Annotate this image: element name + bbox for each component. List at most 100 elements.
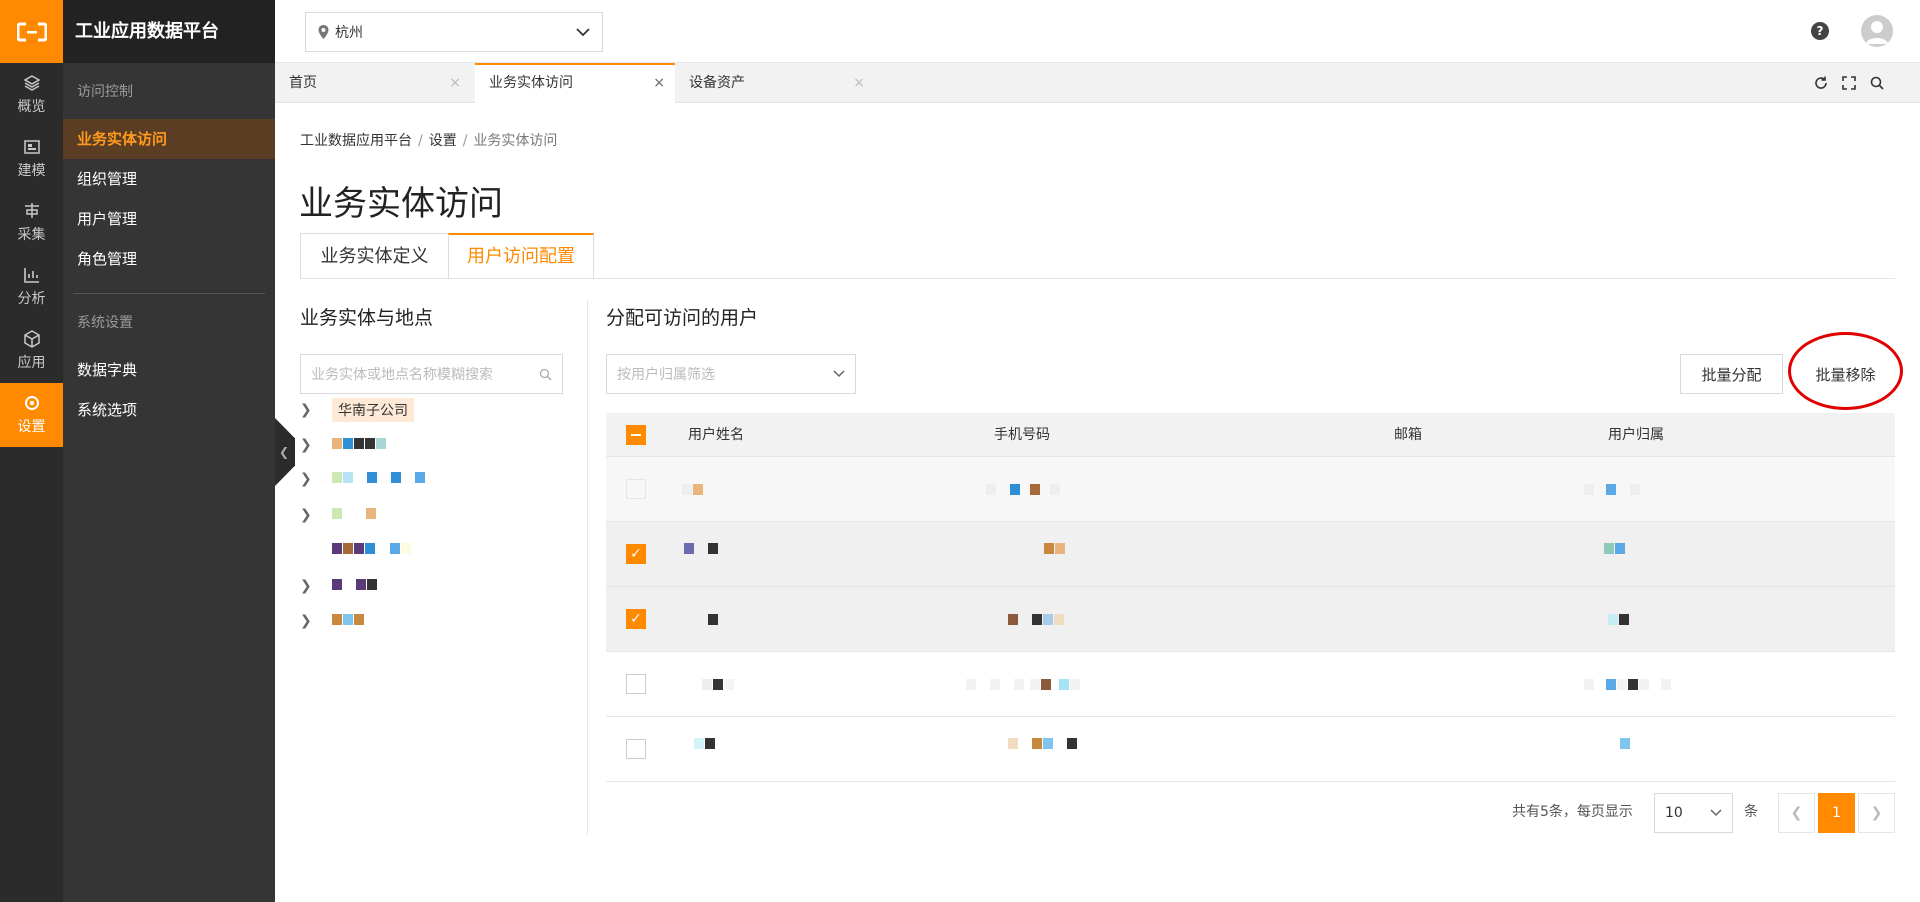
tree-node[interactable]: ❯: [300, 465, 426, 493]
top-bar: 杭州 ?: [275, 0, 1920, 63]
search-icon[interactable]: [1869, 75, 1885, 91]
batch-assign-button[interactable]: 批量分配: [1680, 354, 1783, 394]
brand-logo[interactable]: [0, 0, 63, 63]
user-affiliation-filter[interactable]: 按用户归属筛选: [606, 354, 856, 394]
sidebar-item-system-options[interactable]: 系统选项: [63, 390, 275, 430]
chevron-down-icon: [1710, 809, 1722, 817]
tree-node[interactable]: ❯: [300, 501, 377, 529]
rail-item-apps[interactable]: 应用: [0, 319, 63, 383]
chevron-right-icon: ❯: [1870, 805, 1883, 821]
tab-entity-definition[interactable]: 业务实体定义: [300, 233, 449, 279]
page-1-button[interactable]: 1: [1818, 793, 1855, 833]
logo-icon: [16, 22, 47, 41]
row-checkbox[interactable]: [626, 739, 646, 759]
table-row[interactable]: [606, 652, 1895, 717]
redacted-node-label: [332, 507, 377, 523]
sidebar-item-entity-access[interactable]: 业务实体访问: [63, 119, 275, 159]
tree-node[interactable]: ❯ 华南子公司: [300, 396, 414, 424]
user-table: 用户姓名 手机号码 邮箱 用户归属 ✓ ✓: [606, 413, 1895, 782]
entity-search-field[interactable]: [300, 354, 563, 394]
page-size-select[interactable]: 10: [1654, 793, 1733, 833]
page-tab-home[interactable]: 首页 ×: [275, 63, 471, 103]
entity-search-input[interactable]: [311, 366, 539, 382]
table-row[interactable]: [606, 717, 1895, 782]
redacted-phone: [986, 484, 1061, 495]
close-icon[interactable]: ×: [653, 65, 665, 101]
chevron-right-icon[interactable]: ❯: [300, 471, 318, 487]
sidebar-collapse-handle[interactable]: ❮: [275, 418, 295, 486]
chevron-right-icon[interactable]: ❯: [300, 437, 318, 453]
redacted-phone: [1044, 543, 1066, 554]
tab-user-access-config[interactable]: 用户访问配置: [448, 233, 594, 279]
row-checkbox[interactable]: ✓: [626, 609, 646, 629]
row-checkbox[interactable]: [626, 674, 646, 694]
page-tab-assets[interactable]: 设备资产 ×: [675, 63, 875, 103]
sidebar-item-users[interactable]: 用户管理: [63, 199, 275, 239]
close-icon[interactable]: ×: [853, 63, 865, 103]
tree-node-label[interactable]: 华南子公司: [332, 398, 414, 422]
rail-item-settings[interactable]: 设置: [0, 383, 63, 447]
tree-node[interactable]: ❯: [300, 607, 365, 635]
chevron-right-icon[interactable]: ❯: [300, 402, 318, 418]
help-icon[interactable]: ?: [1811, 22, 1829, 40]
cube-icon: [23, 330, 40, 348]
model-icon: [23, 140, 40, 154]
settings-sidebar: 工业应用数据平台 访问控制 业务实体访问 组织管理 用户管理 角色管理 系统设置…: [63, 0, 275, 902]
tree-node[interactable]: ❯: [300, 572, 378, 600]
page-size-value: 10: [1665, 805, 1683, 821]
check-icon: ✓: [630, 546, 642, 562]
breadcrumb-settings[interactable]: 设置: [429, 133, 457, 149]
batch-remove-button[interactable]: 批量移除: [1794, 354, 1897, 394]
tabs-underline: [300, 278, 1895, 279]
row-checkbox[interactable]: ✓: [626, 544, 646, 564]
user-avatar-icon: [1866, 21, 1888, 44]
rail-label-settings: 设置: [17, 419, 46, 435]
select-all-checkbox[interactable]: [626, 425, 646, 445]
row-checkbox: [626, 479, 646, 499]
table-row[interactable]: [606, 457, 1895, 522]
chevron-down-icon: [833, 370, 845, 378]
sidebar-item-dictionary[interactable]: 数据字典: [63, 350, 275, 390]
column-header-name[interactable]: 用户姓名: [688, 413, 744, 457]
tree-node[interactable]: ❯: [300, 431, 387, 459]
breadcrumb-separator: /: [462, 133, 468, 149]
icon-rail: 概览 建模 采集 分析 应用 设置: [0, 0, 63, 902]
pagination-total: 共有5条，每页显示: [1512, 804, 1633, 820]
column-header-phone[interactable]: 手机号码: [994, 413, 1050, 457]
fullscreen-icon[interactable]: [1841, 75, 1857, 91]
page-tab-label: 设备资产: [689, 75, 745, 91]
sidebar-group-system: 系统设置: [77, 315, 133, 331]
redacted-affiliation: [1608, 614, 1630, 625]
breadcrumb-separator: /: [418, 133, 423, 149]
table-row[interactable]: ✓: [606, 522, 1895, 587]
rail-item-modeling[interactable]: 建模: [0, 127, 63, 191]
redacted-name: [702, 679, 735, 690]
sidebar-item-roles[interactable]: 角色管理: [63, 239, 275, 279]
sidebar-item-org[interactable]: 组织管理: [63, 159, 275, 199]
next-page-button[interactable]: ❯: [1858, 793, 1895, 833]
layers-icon: [22, 75, 41, 91]
redacted-phone: [966, 679, 1081, 690]
rail-item-collect[interactable]: 采集: [0, 191, 63, 255]
breadcrumb-root[interactable]: 工业数据应用平台: [300, 133, 412, 149]
prev-page-button[interactable]: ❮: [1778, 793, 1815, 833]
column-header-email[interactable]: 邮箱: [1394, 413, 1422, 457]
chevron-right-icon[interactable]: ❯: [300, 507, 318, 523]
page-tab-entity-access[interactable]: 业务实体访问 ×: [475, 63, 675, 103]
chevron-right-icon[interactable]: ❯: [300, 613, 318, 629]
redacted-phone: [1008, 738, 1078, 749]
redacted-affiliation: [1620, 738, 1631, 749]
refresh-icon[interactable]: [1813, 75, 1829, 91]
rail-item-analysis[interactable]: 分析: [0, 255, 63, 319]
redacted-affiliation: [1584, 484, 1641, 495]
city-select[interactable]: 杭州: [305, 12, 603, 52]
avatar[interactable]: [1861, 15, 1893, 47]
filter-placeholder: 按用户归属筛选: [617, 367, 715, 383]
chevron-right-icon[interactable]: ❯: [300, 578, 318, 594]
tree-node[interactable]: [300, 536, 412, 564]
chevron-left-icon: ❮: [1790, 805, 1803, 821]
rail-item-overview[interactable]: 概览: [0, 63, 63, 127]
column-header-affiliation[interactable]: 用户归属: [1608, 413, 1664, 457]
table-row[interactable]: ✓: [606, 587, 1895, 652]
close-icon[interactable]: ×: [449, 63, 461, 103]
